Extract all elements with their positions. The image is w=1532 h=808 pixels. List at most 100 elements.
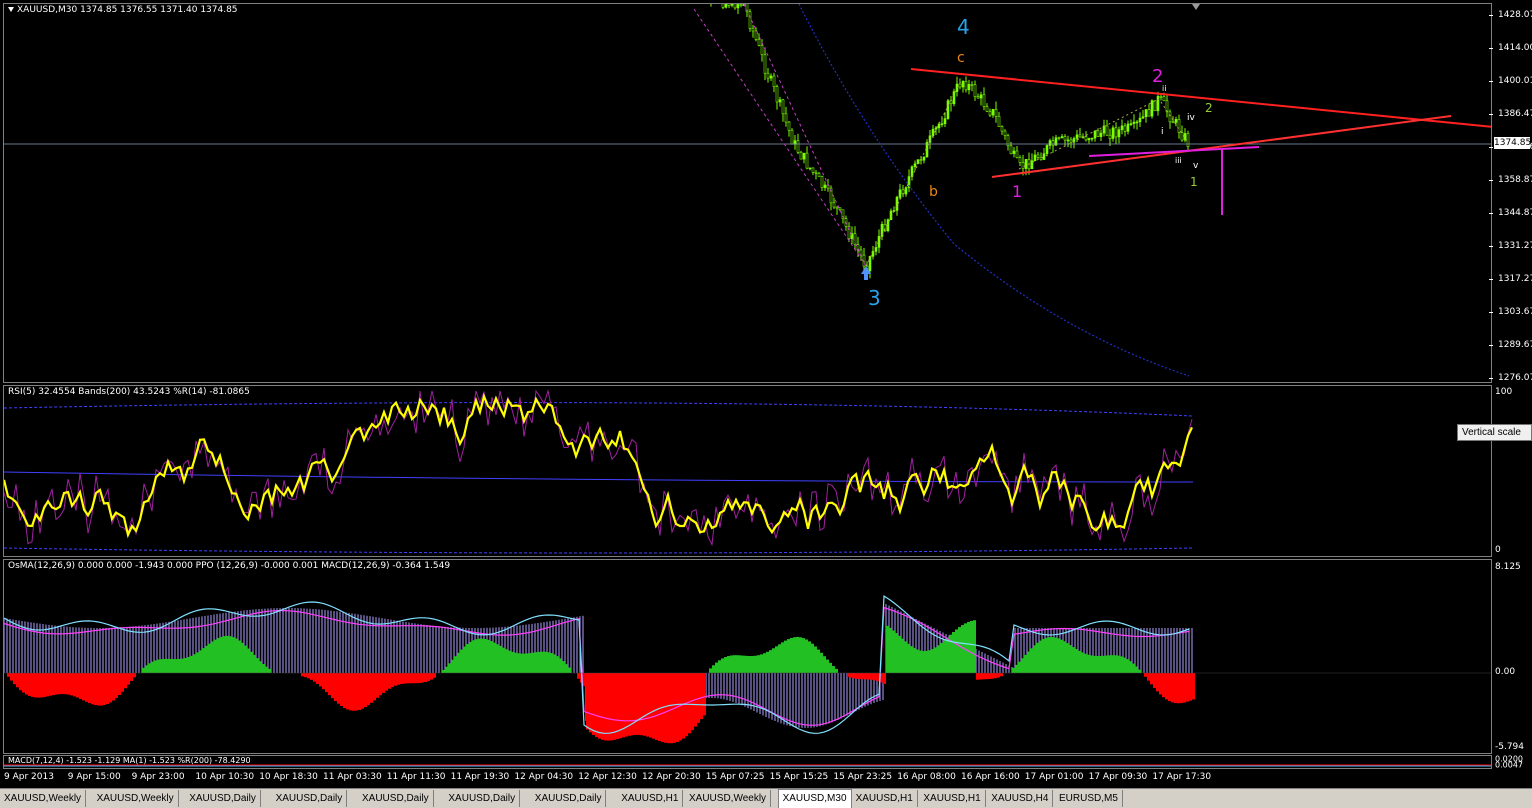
chart-tab-10[interactable]: XAUUSD,H1 [852, 790, 918, 807]
osma-bar [850, 673, 853, 678]
chart-menu-icon[interactable] [8, 7, 14, 12]
candle-body [781, 99, 785, 115]
osma-bar [190, 655, 193, 673]
osma-bar [1027, 651, 1030, 673]
osma-bar [715, 662, 718, 673]
osma-bar [109, 673, 112, 703]
macd-pane[interactable]: OsMA(12,26,9) 0.000 0.000 -1.943 0.000 P… [3, 559, 1492, 754]
candle-body [910, 166, 914, 177]
chart-tab-0[interactable]: XAUUSD,Weekly [0, 790, 87, 807]
osma-bar [397, 673, 400, 685]
candle-body [1063, 136, 1067, 141]
osma-bar [241, 642, 244, 673]
osma-bar [823, 656, 826, 673]
osma-bar [526, 653, 529, 673]
candle-body [1129, 123, 1133, 125]
osma-bar [763, 653, 766, 673]
candle-body [1075, 134, 1079, 139]
osma-bar [805, 639, 808, 673]
osma-bar [217, 637, 220, 673]
chart-tab-4[interactable]: XAUUSD,Daily [358, 790, 434, 807]
osma-bar [160, 659, 163, 673]
candle-body [1108, 134, 1112, 139]
chart-tab-2[interactable]: XAUUSD,Daily [185, 790, 261, 807]
chart-tab-1[interactable]: XAUUSD,Weekly [93, 790, 179, 807]
price-chart-title: XAUUSD,M30 1374.85 1376.55 1371.40 1374.… [8, 5, 238, 15]
osma-bar [226, 635, 229, 673]
price-scale-tick [1489, 15, 1493, 16]
osma-bar [367, 673, 370, 706]
chart-tab-13[interactable]: EURUSD,M5 [1055, 790, 1123, 807]
osma-bar [958, 627, 961, 673]
candle-body [1114, 127, 1118, 138]
osma-bar [1048, 637, 1051, 673]
time-axis-label: 15 Apr 07:25 [705, 772, 765, 782]
chart-tab-3[interactable]: XAUUSD,Daily [272, 790, 348, 807]
chart-tab-7[interactable]: XAUUSD,H1 [617, 790, 684, 807]
macd2-pane[interactable]: MACD(7,12,4) -1.523 -1.129 MA(1) -1.523 … [3, 755, 1492, 769]
osma-bar [388, 673, 391, 689]
osma-bar [220, 636, 223, 673]
candle-body [1117, 129, 1121, 138]
candle-body [1102, 125, 1106, 134]
osma-bar [232, 637, 235, 673]
osma-bar [523, 653, 526, 673]
osma-bar [91, 673, 94, 705]
osma-bar [358, 673, 361, 710]
osma-bar [568, 667, 571, 673]
candle-body [1132, 121, 1136, 124]
macd2-title: MACD(7,12,4) -1.523 -1.129 MA(1) -1.523 … [8, 756, 251, 765]
time-axis-label: 17 Apr 01:00 [1024, 772, 1084, 782]
osma-bar [55, 673, 58, 695]
candle-body [787, 121, 791, 131]
price-chart-pane[interactable]: 4 3 c b 1 2 ii iv i iii v 2 1 XAUUSD,M30 1374.85 137… [3, 3, 1492, 383]
wave-label: iv [1187, 113, 1196, 123]
candle-body [1174, 119, 1178, 123]
macd-scale[interactable]: 8.125 0.00 -5.794 [1492, 559, 1532, 754]
price-scale-label: 1289.67 [1498, 340, 1532, 350]
rsi-pane[interactable]: RSI(5) 32.4554 Bands(200) 43.5243 %R(14)… [3, 385, 1492, 557]
wave-label: 1 [1012, 182, 1022, 201]
osma-bar [1192, 673, 1195, 700]
osma-bar [793, 637, 796, 673]
osma-bar [1072, 647, 1075, 673]
osma-bar [988, 673, 991, 680]
osma-bar [58, 673, 61, 695]
osma-bar [583, 673, 586, 687]
chart-tab-9[interactable]: XAUUSD,M30 [777, 789, 852, 808]
osma-bar [976, 673, 979, 680]
time-axis[interactable]: 9 Apr 2013 9 Apr 15:00 9 Apr 23:00 10 Apr 1… [3, 770, 1492, 787]
osma-bar [202, 648, 205, 673]
chart-tab-8[interactable]: XAUUSD,Weekly [685, 790, 772, 807]
candle-body [1036, 154, 1040, 158]
macd2-scale[interactable]: 0.0200 0.0047 [1492, 755, 1532, 770]
osma-bar [1021, 658, 1024, 673]
osma-bar [802, 638, 805, 673]
candle-body [1168, 111, 1172, 123]
chart-tab-5[interactable]: XAUUSD,Daily [444, 790, 521, 807]
osma-bar [1150, 673, 1153, 685]
price-scale-tick [1489, 246, 1493, 247]
osma-bar [187, 657, 190, 673]
price-scale-label: 1331.27 [1498, 241, 1532, 251]
chart-tab-12[interactable]: XAUUSD,H4 [987, 790, 1054, 807]
osma-bar [895, 633, 898, 673]
osma-bar [118, 673, 121, 696]
osma-bar [1153, 673, 1156, 688]
candle-body [1138, 117, 1142, 123]
osma-bar [76, 673, 79, 698]
rsi-scale[interactable]: 100 0 [1492, 385, 1532, 557]
candle-body [724, 4, 728, 8]
osma-bar [991, 673, 994, 679]
osma-bar [997, 673, 1000, 678]
osma-bar [505, 649, 508, 673]
osma-bar [1171, 673, 1174, 703]
chart-tab-6[interactable]: XAUUSD,Daily [531, 790, 607, 807]
price-scale[interactable]: 1428.071414.001400.011386.471372.061358.… [1489, 3, 1532, 383]
wave-label: 1 [1190, 175, 1198, 189]
osma-bar [1165, 673, 1168, 700]
candle-body [796, 140, 800, 153]
osma-bar [313, 673, 316, 682]
chart-tab-11[interactable]: XAUUSD,H1 [919, 790, 986, 807]
osma-bar [703, 673, 706, 716]
